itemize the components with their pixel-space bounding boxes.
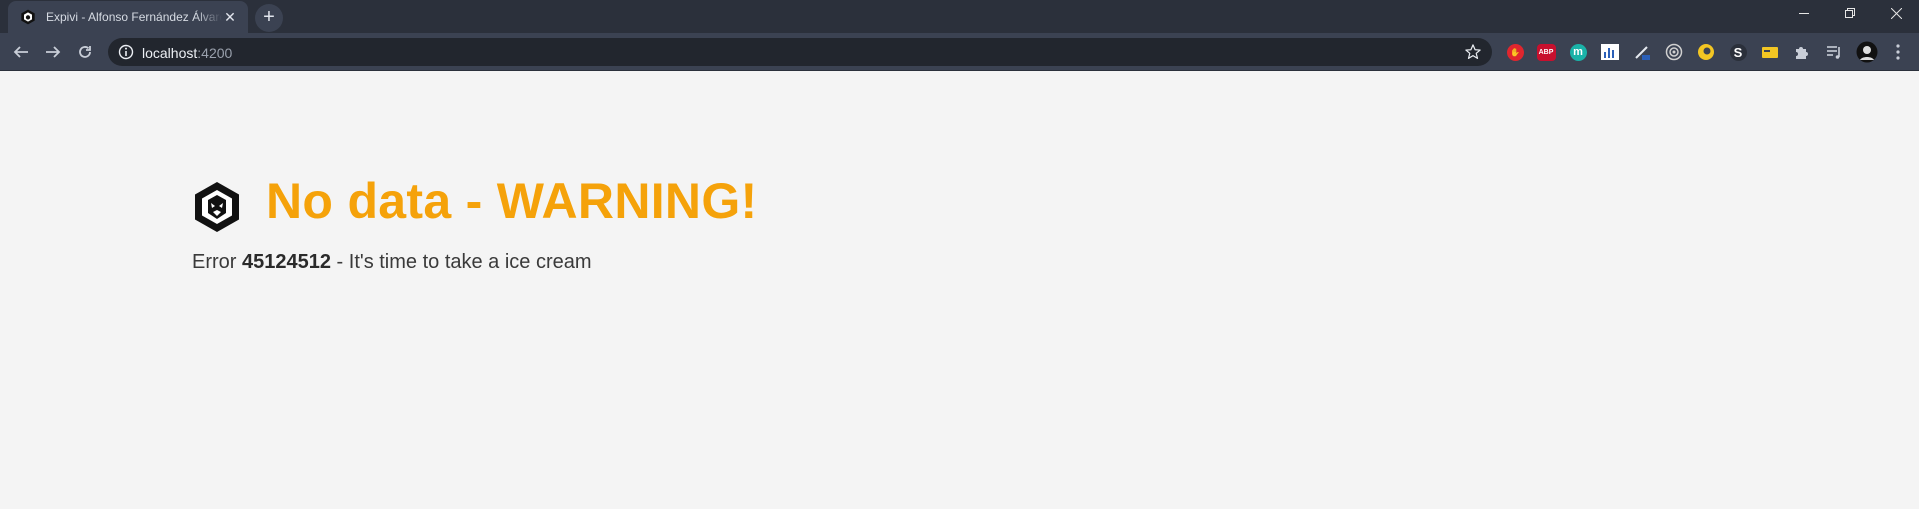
minimize-button[interactable]: [1781, 0, 1827, 29]
browser-menu-button[interactable]: [1888, 42, 1908, 62]
back-arrow-icon: [13, 46, 28, 58]
new-tab-button[interactable]: +: [255, 4, 283, 32]
media-queue-icon: [1827, 46, 1840, 59]
plus-icon: +: [263, 6, 275, 28]
bar-chart-icon: [1601, 44, 1619, 60]
puzzle-icon: [1796, 47, 1808, 59]
pen-icon: [1635, 46, 1650, 60]
media-control-button[interactable]: [1824, 42, 1844, 62]
close-icon: [1890, 7, 1902, 20]
url-text[interactable]: localhost:4200: [142, 45, 232, 61]
lion-logo-icon: [195, 182, 239, 232]
warning-heading: No data - WARNING!: [266, 173, 758, 229]
adblock-plus-icon[interactable]: ABP: [1536, 42, 1556, 62]
tab-title: Expivi - Alfonso Fernández Álvarez: [46, 10, 222, 24]
yellow-circle-extension-icon[interactable]: [1696, 42, 1716, 62]
forward-arrow-icon: [46, 46, 61, 58]
info-icon[interactable]: [118, 44, 134, 60]
adblock-hand-icon[interactable]: ✋: [1505, 42, 1525, 62]
error-code: 45124512: [242, 251, 331, 273]
bar-chart-extension-icon[interactable]: [1600, 42, 1620, 62]
target-icon: [1665, 43, 1683, 61]
url-port: :4200: [197, 45, 233, 61]
browser-toolbar: localhost:4200 ✋ ABP m S: [0, 33, 1919, 71]
yellow-circle-icon: [1698, 44, 1714, 60]
error-suffix: - It's time to take a ice cream: [330, 251, 592, 273]
folder-extension-icon[interactable]: [1760, 42, 1780, 62]
s-extension-icon[interactable]: S: [1728, 42, 1748, 62]
error-prefix: Error: [192, 251, 242, 273]
address-bar[interactable]: localhost:4200: [108, 38, 1492, 66]
lion-favicon-icon: [21, 9, 35, 25]
m-extension-icon[interactable]: m: [1568, 42, 1588, 62]
restore-icon: [1844, 8, 1855, 18]
pen-extension-icon[interactable]: [1632, 42, 1652, 62]
folder-icon: [1762, 47, 1778, 58]
extensions-puzzle-button[interactable]: [1792, 42, 1812, 62]
error-message: Error 45124512 - It's time to take a ice…: [192, 251, 592, 274]
close-window-button[interactable]: [1873, 0, 1919, 29]
browser-titlebar: Expivi - Alfonso Fernández Álvarez ✕ +: [0, 0, 1919, 33]
bookmark-star-icon[interactable]: [1464, 43, 1482, 61]
minimize-icon: [1798, 13, 1809, 14]
page-content: No data - WARNING! Error 45124512 - It's…: [0, 71, 1919, 509]
reload-icon: [79, 46, 91, 58]
url-host: localhost: [142, 45, 198, 61]
back-button[interactable]: [7, 38, 35, 66]
kebab-menu-icon: [1896, 44, 1900, 60]
forward-button[interactable]: [39, 38, 67, 66]
profile-avatar[interactable]: [1856, 41, 1878, 63]
reload-button[interactable]: [71, 38, 99, 66]
avatar-icon: [1856, 41, 1878, 63]
browser-tab[interactable]: Expivi - Alfonso Fernández Álvarez ✕: [8, 1, 248, 33]
target-extension-icon[interactable]: [1664, 42, 1684, 62]
tab-close-icon[interactable]: ✕: [222, 9, 238, 25]
restore-button[interactable]: [1827, 0, 1873, 29]
